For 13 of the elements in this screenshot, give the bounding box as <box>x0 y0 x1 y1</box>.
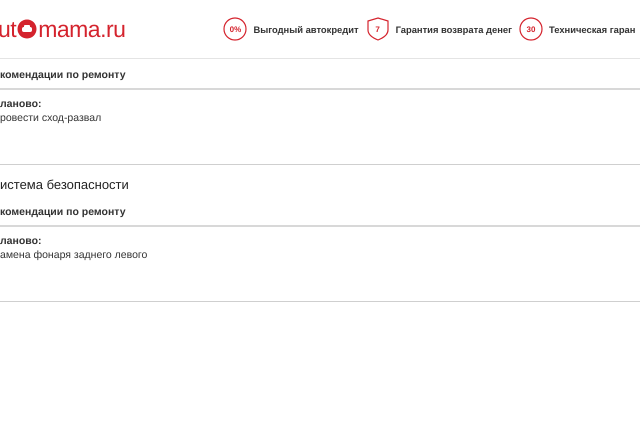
feature-label: Выгодный автокредит <box>253 24 359 34</box>
repair-item: амена фонаря заднего левого <box>0 249 148 261</box>
section-title: истема безопасности <box>0 176 130 194</box>
repair-item: ровести сход-развал <box>0 112 102 124</box>
shield-icon: 7 <box>366 17 390 41</box>
feature-label: Гарантия возврата денег <box>396 24 512 34</box>
subheading: комендации по ремонту <box>0 196 640 227</box>
circle-icon: 0% <box>223 17 248 41</box>
circle-icon: 30 <box>518 17 543 41</box>
status-label: ланово: <box>0 235 42 247</box>
subheading: комендации по ремонту <box>0 59 640 90</box>
status-label: ланово: <box>0 98 42 110</box>
feature-label: Техническая гаран <box>548 24 636 34</box>
